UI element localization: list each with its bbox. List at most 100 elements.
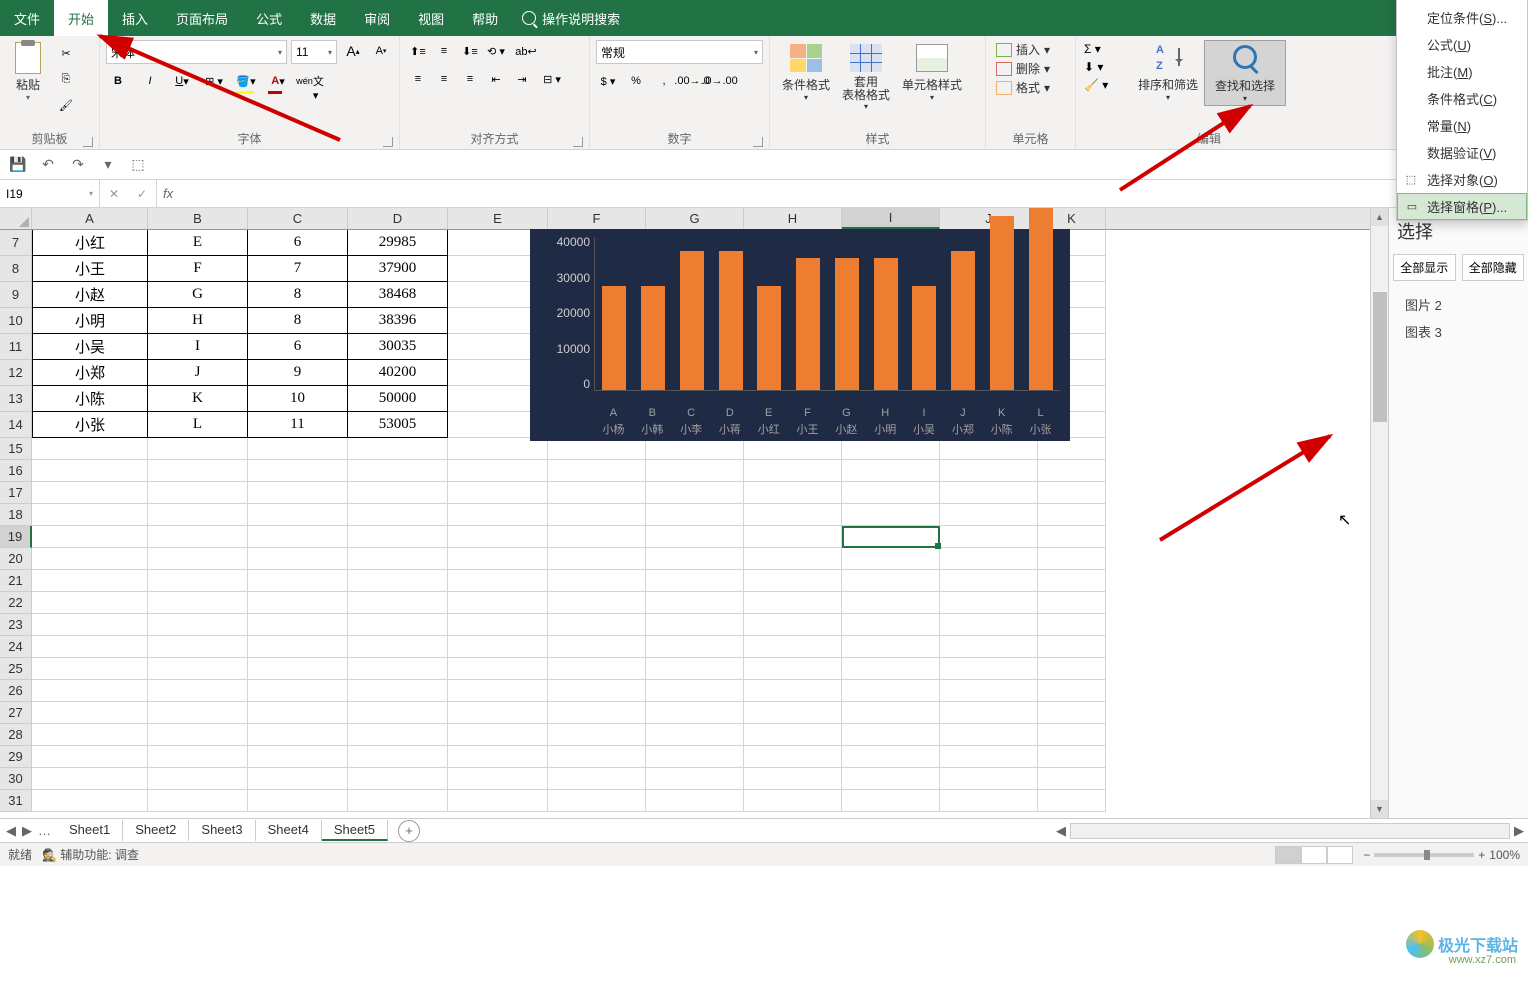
cell[interactable]: [842, 592, 940, 614]
column-header[interactable]: A: [32, 208, 148, 229]
cell[interactable]: [1038, 746, 1106, 768]
scroll-up-button[interactable]: ▲: [1371, 208, 1388, 226]
tab-help[interactable]: 帮助: [458, 0, 512, 36]
cell[interactable]: [32, 636, 148, 658]
row-header[interactable]: 15: [0, 438, 32, 460]
cell[interactable]: [548, 724, 646, 746]
cell[interactable]: [744, 702, 842, 724]
cell[interactable]: [548, 702, 646, 724]
cell[interactable]: [940, 658, 1038, 680]
cell[interactable]: [348, 482, 448, 504]
cell[interactable]: [348, 680, 448, 702]
cell[interactable]: [32, 724, 148, 746]
cell[interactable]: [842, 702, 940, 724]
cell[interactable]: [744, 658, 842, 680]
redo-button[interactable]: ↷: [68, 155, 88, 175]
zoom-level[interactable]: 100%: [1489, 848, 1520, 862]
align-right-button[interactable]: ≡: [458, 68, 482, 90]
column-header[interactable]: G: [646, 208, 744, 229]
cell[interactable]: [148, 526, 248, 548]
comma-button[interactable]: ,: [652, 70, 676, 92]
sheet-nav-next[interactable]: ▶: [22, 823, 32, 839]
cell[interactable]: 8: [248, 282, 348, 308]
cell[interactable]: [148, 636, 248, 658]
cell[interactable]: [940, 790, 1038, 812]
cell[interactable]: 11: [248, 412, 348, 438]
chart-object[interactable]: 400003000020000100000 A小杨B小韩C小李D小蒋E小红F小王…: [530, 229, 1070, 441]
row-header[interactable]: 8: [0, 256, 32, 282]
cell[interactable]: [348, 768, 448, 790]
cell[interactable]: [744, 548, 842, 570]
cell[interactable]: [1038, 592, 1106, 614]
tab-file[interactable]: 文件: [0, 0, 54, 36]
cell[interactable]: [646, 482, 744, 504]
cell[interactable]: [1038, 526, 1106, 548]
cell[interactable]: [940, 592, 1038, 614]
cell[interactable]: [646, 592, 744, 614]
cell[interactable]: [744, 592, 842, 614]
cell[interactable]: [148, 592, 248, 614]
undo-button[interactable]: ↶: [38, 155, 58, 175]
cell[interactable]: [448, 746, 548, 768]
column-header[interactable]: B: [148, 208, 248, 229]
cell[interactable]: [448, 548, 548, 570]
cell[interactable]: [548, 658, 646, 680]
cell[interactable]: E: [148, 230, 248, 256]
find-menu-item[interactable]: 公式(U): [1397, 31, 1527, 58]
touch-mode-button[interactable]: ⬚: [128, 155, 148, 175]
cell[interactable]: [148, 702, 248, 724]
row-header[interactable]: 10: [0, 308, 32, 334]
cell[interactable]: [744, 504, 842, 526]
decrease-indent-button[interactable]: ⇤: [484, 68, 508, 90]
cell[interactable]: [448, 592, 548, 614]
find-menu-item[interactable]: 条件格式(C): [1397, 85, 1527, 112]
cell[interactable]: 6: [248, 230, 348, 256]
cell[interactable]: [842, 680, 940, 702]
cell[interactable]: 小陈: [32, 386, 148, 412]
save-button[interactable]: 💾: [8, 155, 28, 175]
cell[interactable]: [348, 438, 448, 460]
accounting-button[interactable]: $ ▾: [596, 70, 620, 92]
cell[interactable]: [32, 746, 148, 768]
name-box[interactable]: I19▾: [0, 180, 100, 207]
cell[interactable]: [448, 768, 548, 790]
cell[interactable]: [1038, 614, 1106, 636]
cell[interactable]: [548, 504, 646, 526]
cell[interactable]: [744, 790, 842, 812]
column-header[interactable]: C: [248, 208, 348, 229]
cell[interactable]: [32, 570, 148, 592]
cell[interactable]: [32, 702, 148, 724]
cell[interactable]: [148, 768, 248, 790]
cell[interactable]: [448, 702, 548, 724]
number-format-combo[interactable]: 常规▾: [596, 40, 763, 64]
cell[interactable]: [148, 790, 248, 812]
cell[interactable]: [744, 614, 842, 636]
conditional-format-button[interactable]: 条件格式▾: [776, 40, 836, 104]
cell[interactable]: [548, 636, 646, 658]
cell[interactable]: H: [148, 308, 248, 334]
tab-data[interactable]: 数据: [296, 0, 350, 36]
cell[interactable]: [940, 548, 1038, 570]
clipboard-launcher[interactable]: [83, 137, 93, 147]
cell[interactable]: [646, 658, 744, 680]
cell[interactable]: [448, 526, 548, 548]
cell[interactable]: [248, 746, 348, 768]
cell[interactable]: [1038, 482, 1106, 504]
cell[interactable]: [32, 614, 148, 636]
cell[interactable]: [940, 460, 1038, 482]
row-header[interactable]: 16: [0, 460, 32, 482]
cell[interactable]: [1038, 636, 1106, 658]
cell[interactable]: 小王: [32, 256, 148, 282]
tell-me-search[interactable]: 操作说明搜索: [522, 9, 620, 28]
row-header[interactable]: 13: [0, 386, 32, 412]
merge-button[interactable]: ⊟ ▾: [536, 68, 568, 90]
cell[interactable]: [1038, 680, 1106, 702]
bold-button[interactable]: B: [106, 70, 130, 92]
cell[interactable]: 9: [248, 360, 348, 386]
cell[interactable]: [940, 438, 1038, 460]
cell[interactable]: [448, 482, 548, 504]
row-header[interactable]: 22: [0, 592, 32, 614]
cell[interactable]: [548, 438, 646, 460]
cell[interactable]: [940, 526, 1038, 548]
cell[interactable]: [448, 614, 548, 636]
